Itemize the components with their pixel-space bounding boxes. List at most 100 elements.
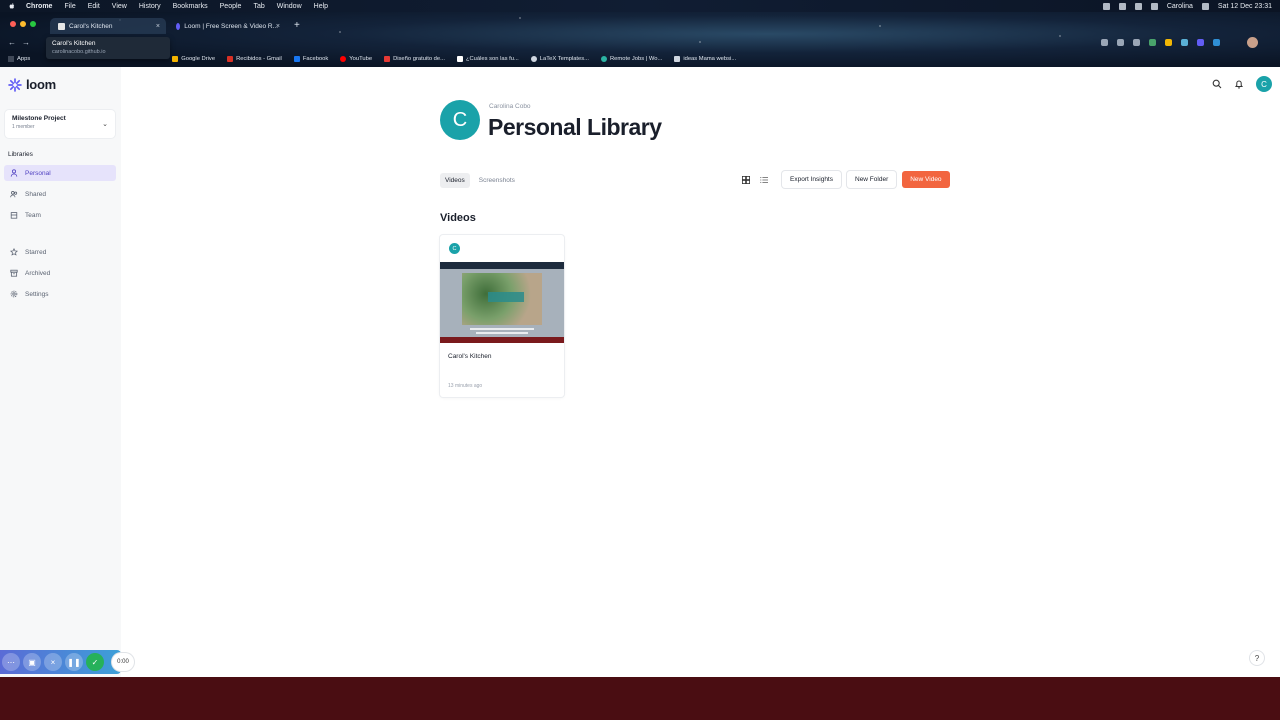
menu-people[interactable]: People (220, 3, 242, 10)
owner-name: Carolina Cobo (489, 103, 531, 110)
new-folder-button[interactable]: New Folder (847, 171, 897, 188)
menu-file[interactable]: File (64, 3, 75, 10)
gmail-icon (227, 55, 234, 62)
apple-icon[interactable] (8, 2, 16, 10)
status-icon[interactable] (1118, 2, 1126, 10)
new-tab-icon[interactable]: + (294, 20, 300, 31)
camera-icon[interactable]: ▣ (23, 653, 41, 671)
tab-videos[interactable]: Videos (440, 173, 470, 188)
bookmark-ideas[interactable]: ideas Mama websi... (674, 55, 737, 62)
search-icon[interactable] (1212, 79, 1222, 89)
tab-title: Loom | Free Screen & Video R... (184, 22, 278, 30)
bookmark-youtube[interactable]: YouTube (340, 55, 372, 62)
video-timestamp: 13 minutes ago (448, 383, 483, 389)
browser-tab-loom[interactable]: Loom | Free Screen & Video R... × (168, 18, 286, 34)
bookmark-label: Recibidos - Gmail (236, 55, 282, 62)
sidebar-item-settings[interactable]: Settings (4, 286, 116, 302)
help-button[interactable]: ? (1250, 651, 1264, 665)
bookmark-latex[interactable]: LaTeX Templates... (530, 55, 589, 62)
extension-icon[interactable] (1213, 39, 1220, 46)
bookmark-google-drive[interactable]: Google Drive (172, 55, 216, 62)
logo-text: loom (26, 77, 56, 92)
menu-app-name[interactable]: Chrome (26, 3, 52, 10)
close-tab-icon[interactable]: × (156, 23, 160, 30)
folder-icon (674, 55, 681, 62)
bookmark-label: Apps (17, 55, 31, 62)
video-thumbnail[interactable] (440, 262, 564, 343)
menu-help[interactable]: Help (314, 3, 328, 10)
site-icon (384, 55, 391, 62)
grid-view-button[interactable] (740, 174, 752, 186)
video-title[interactable]: Carol's Kitchen (448, 353, 492, 360)
videos-section-title: Videos (440, 212, 476, 224)
extension-icon[interactable] (1165, 39, 1172, 46)
bookmark-gmail[interactable]: Recibidos - Gmail (227, 55, 282, 62)
status-icon[interactable] (1102, 2, 1110, 10)
menubar-user[interactable]: Carolina (1167, 3, 1193, 10)
window-controls (10, 21, 36, 27)
spotlight-icon[interactable] (1201, 2, 1209, 10)
menu-bookmarks[interactable]: Bookmarks (173, 3, 208, 10)
video-owner-avatar: C (449, 243, 460, 254)
back-icon[interactable]: ← (8, 38, 16, 47)
wifi-icon[interactable] (1150, 2, 1158, 10)
loom-logo[interactable]: loom (8, 77, 56, 92)
workspace-members: 1 member (12, 124, 35, 130)
extension-icon[interactable] (1149, 39, 1156, 46)
loom-extension-icon[interactable] (1197, 39, 1204, 46)
menu-view[interactable]: View (112, 3, 127, 10)
menu-history[interactable]: History (139, 3, 161, 10)
bookmark-label: ideas Mama websi... (683, 55, 737, 62)
bookmark-facebook[interactable]: Facebook (293, 55, 328, 62)
finish-recording-icon[interactable]: ✓ (86, 653, 104, 671)
sidebar-item-archived[interactable]: Archived (4, 265, 116, 281)
new-video-button[interactable]: New Video (902, 171, 950, 188)
translate-icon[interactable] (1117, 39, 1124, 46)
menu-edit[interactable]: Edit (88, 3, 100, 10)
tab-screenshots[interactable]: Screenshots (474, 173, 520, 188)
loom-recording-controls: ⋯ ▣ × ❚❚ ✓ (0, 650, 121, 674)
bell-icon[interactable] (1234, 79, 1244, 89)
cancel-recording-icon[interactable]: × (44, 653, 62, 671)
sidebar-item-label: Starred (25, 248, 47, 256)
extension-icon[interactable] (1181, 39, 1188, 46)
menubar-clock[interactable]: Sat 12 Dec 23:31 (1218, 3, 1272, 10)
more-options-icon[interactable]: ⋯ (2, 653, 20, 671)
bookmark-diseno[interactable]: Diseño gratuito de... (384, 55, 445, 62)
user-avatar[interactable]: C (1256, 76, 1272, 92)
browser-tab-carols-kitchen[interactable]: Carol's Kitchen × (50, 18, 166, 34)
bookmark-cuales[interactable]: ¿Cuáles son las fu... (456, 55, 519, 62)
mic-icon[interactable] (1101, 39, 1108, 46)
maximize-window-icon[interactable] (30, 21, 36, 27)
sidebar-item-team[interactable]: Team (4, 207, 116, 223)
battery-icon[interactable] (1134, 2, 1142, 10)
grid-icon (742, 175, 750, 184)
address-bar: ← → (0, 36, 1280, 50)
profile-avatar-icon[interactable] (1247, 37, 1258, 48)
forward-icon[interactable]: → (22, 38, 30, 47)
site-icon (530, 55, 537, 62)
library-owner-avatar: C (440, 100, 480, 140)
pause-icon[interactable]: ❚❚ (65, 653, 83, 671)
workspace-switcher[interactable]: Milestone Project 1 member ⌄ (5, 110, 115, 138)
sidebar-item-shared[interactable]: Shared (4, 186, 116, 202)
sidebar-item-starred[interactable]: Starred (4, 244, 116, 260)
bookmark-remote-jobs[interactable]: Remote Jobs | Wo... (601, 55, 662, 62)
person-icon (10, 169, 18, 177)
thumbnail-text-line (476, 332, 528, 334)
sidebar-item-personal[interactable]: Personal (4, 165, 116, 181)
video-card[interactable]: C Carol's Kitchen 13 minutes ago (440, 235, 564, 397)
export-insights-button[interactable]: Export Insights (782, 171, 841, 188)
minimize-window-icon[interactable] (20, 21, 26, 27)
bookmark-apps[interactable]: Apps (8, 55, 31, 62)
menu-tab[interactable]: Tab (253, 3, 264, 10)
menu-window[interactable]: Window (277, 3, 302, 10)
close-tab-icon[interactable]: × (276, 23, 280, 30)
bookmark-label: Google Drive (181, 55, 216, 62)
star-icon[interactable] (1133, 39, 1140, 46)
list-view-button[interactable] (758, 174, 770, 186)
sidebar-item-label: Settings (25, 290, 49, 298)
close-window-icon[interactable] (10, 21, 16, 27)
sidebar-item-label: Shared (25, 190, 46, 198)
tooltip-title: Carol's Kitchen (52, 40, 96, 47)
